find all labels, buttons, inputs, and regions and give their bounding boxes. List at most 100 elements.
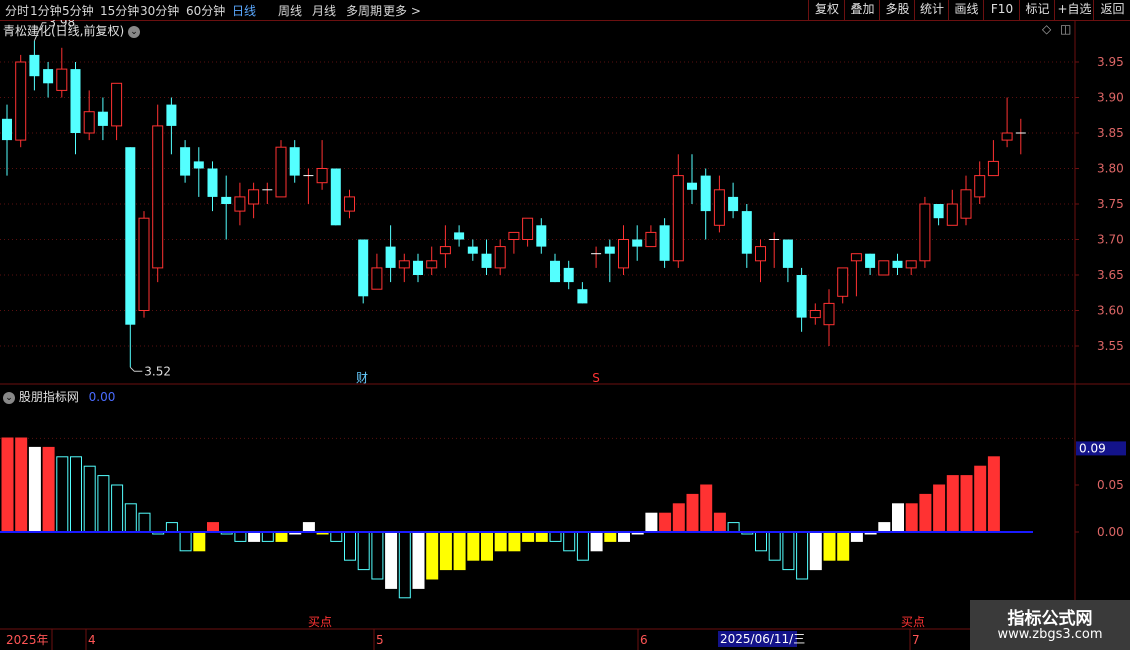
layout-icon[interactable]: ◫ xyxy=(1060,22,1071,36)
indicator-bar xyxy=(42,446,55,533)
candle-down xyxy=(577,289,588,304)
indicator-bar xyxy=(56,456,69,533)
tab-5[interactable]: 60分钟 xyxy=(186,2,225,19)
candle-up xyxy=(919,203,931,262)
tab-7[interactable]: 周线 xyxy=(278,2,302,19)
main-chart-title: 青松建化(日线,前复权) ⌄ xyxy=(3,22,141,39)
candle-up xyxy=(878,260,890,276)
indicator-bar xyxy=(15,437,28,533)
indicator-bar xyxy=(672,503,685,533)
tab-1[interactable]: 1分钟 xyxy=(30,2,62,19)
buy-point-label: 买点 xyxy=(901,615,925,629)
chevron-down-icon[interactable]: ⌄ xyxy=(3,391,15,404)
indicator-bar xyxy=(713,512,726,533)
indicator-bar xyxy=(755,531,767,552)
indicator-bar xyxy=(275,531,288,542)
candle-up xyxy=(371,267,383,290)
candle-up xyxy=(672,175,684,262)
indicator-bar xyxy=(933,484,946,533)
indicator-bar xyxy=(28,446,41,533)
tab-4[interactable]: 30分钟 xyxy=(140,2,179,19)
y-tick-label: 3.85 xyxy=(1097,126,1124,140)
indicator-bar xyxy=(878,522,891,533)
toolbar-button-1[interactable]: 叠加 xyxy=(844,0,880,20)
toolbar-button-4[interactable]: 画线 xyxy=(948,0,984,20)
tab-9[interactable]: 多周期 xyxy=(346,2,382,19)
indicator-bar xyxy=(768,531,781,561)
s-marker: S xyxy=(592,371,600,385)
candle-up xyxy=(837,267,849,297)
chart-canvas[interactable]: 3.553.603.653.703.753.803.853.903.953.98… xyxy=(0,20,1130,650)
indicator-bar xyxy=(905,503,918,533)
candle-up xyxy=(152,125,164,269)
candle-up xyxy=(823,302,835,326)
candle-down xyxy=(97,111,108,126)
y-tick-label: 3.90 xyxy=(1097,91,1124,105)
toolbar-button-7[interactable]: +自选 xyxy=(1054,0,1094,20)
candle-up xyxy=(960,189,972,219)
candle-down xyxy=(563,267,574,283)
candle-up xyxy=(522,217,534,240)
indicator-bar xyxy=(974,465,987,533)
month-label: 7 xyxy=(912,633,920,647)
candle-down xyxy=(180,147,191,176)
indicator-bar xyxy=(234,531,247,542)
indicator-bar xyxy=(659,512,672,533)
indicator-bar xyxy=(83,465,96,533)
indicator-bar xyxy=(207,522,219,533)
candle-up xyxy=(316,168,328,184)
period-toolbar: 分时 1分钟 5分钟 15分钟 30分钟 60分钟 日线 周线 月线 多周期 更多 > 复权 叠加 多股… xyxy=(0,0,1130,21)
candle-up xyxy=(234,196,246,212)
indicator-bar xyxy=(1,437,14,533)
candle-down xyxy=(687,182,697,190)
indicator-bar xyxy=(919,493,932,533)
indicator-bar xyxy=(385,531,398,589)
tab-6[interactable]: 日线 xyxy=(232,2,256,19)
indicator-bar xyxy=(549,531,562,542)
candle-down xyxy=(454,232,465,240)
candle-up xyxy=(645,231,657,248)
candle-down xyxy=(166,104,177,126)
candle-down xyxy=(728,196,739,212)
indicator-bar xyxy=(165,522,178,533)
candle-down xyxy=(413,260,423,275)
toolbar-button-0[interactable]: 复权 xyxy=(808,0,845,20)
candle-down xyxy=(2,118,12,141)
indicator-bar xyxy=(439,531,452,571)
tab-3[interactable]: 15分钟 xyxy=(100,2,139,19)
buy-point-label: 买点 xyxy=(308,615,332,629)
toolbar-button-5[interactable]: F10 xyxy=(983,0,1020,20)
candle-up xyxy=(905,260,917,269)
indicator-bar xyxy=(686,493,699,533)
candle-down xyxy=(892,260,903,268)
toolbar-button-8[interactable]: 返回 xyxy=(1093,0,1130,20)
diamond-icon[interactable]: ◇ xyxy=(1042,22,1051,36)
tab-0[interactable]: 分时 xyxy=(5,2,29,19)
chevron-down-icon[interactable]: ⌄ xyxy=(128,25,141,38)
tab-10[interactable]: 更多 > xyxy=(383,2,421,19)
watermark: 指标公式网 www.zbgs3.com xyxy=(970,600,1130,650)
toolbar-button-6[interactable]: 标记 xyxy=(1019,0,1055,20)
candle-up xyxy=(398,260,410,269)
toolbar-button-2[interactable]: 多股 xyxy=(879,0,915,20)
ind-y-tick-label: 0.05 xyxy=(1097,478,1124,492)
tab-2[interactable]: 5分钟 xyxy=(62,2,94,19)
candle-up xyxy=(809,310,821,319)
y-tick-label: 3.95 xyxy=(1097,55,1124,69)
indicator-bar xyxy=(987,456,1000,533)
candle-up xyxy=(15,61,27,141)
candle-up xyxy=(508,231,520,240)
candle-down xyxy=(358,239,369,297)
month-label: 5 xyxy=(376,633,384,647)
indicator-bar xyxy=(426,531,439,580)
tab-8[interactable]: 月线 xyxy=(312,2,336,19)
indicator-bar xyxy=(590,531,603,552)
candle-down xyxy=(221,196,232,204)
candle-down xyxy=(700,175,711,212)
indicator-bar xyxy=(823,531,836,561)
indicator-bar xyxy=(782,531,795,571)
candle-up xyxy=(713,189,725,226)
candle-down xyxy=(43,69,54,84)
indicator-bar xyxy=(344,531,356,561)
toolbar-button-3[interactable]: 统计 xyxy=(914,0,949,20)
